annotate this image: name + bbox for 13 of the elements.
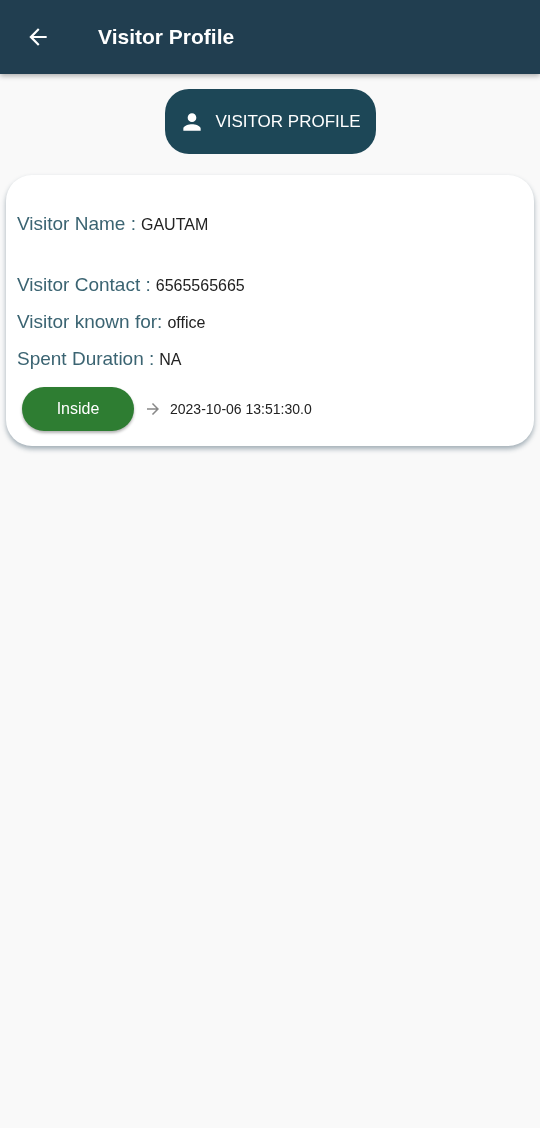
field-value: NA — [159, 350, 182, 370]
status-button[interactable]: Inside — [22, 387, 134, 431]
entry-time: 2023-10-06 13:51:30.0 — [170, 401, 312, 417]
field-label: Spent Duration : — [17, 347, 155, 371]
field-value: GAUTAM — [140, 215, 209, 235]
visitor-profile-button[interactable]: VISITOR PROFILE — [164, 89, 376, 154]
arrow-icon — [144, 400, 162, 418]
field-label: Visitor Name : — [17, 212, 136, 236]
field-label: Visitor known for: — [17, 310, 163, 334]
screen-title: Visitor Profile — [98, 25, 235, 49]
field-value: office — [167, 313, 206, 333]
field-label: Visitor Contact : — [17, 273, 151, 297]
field-value: 6565565665 — [155, 276, 245, 296]
